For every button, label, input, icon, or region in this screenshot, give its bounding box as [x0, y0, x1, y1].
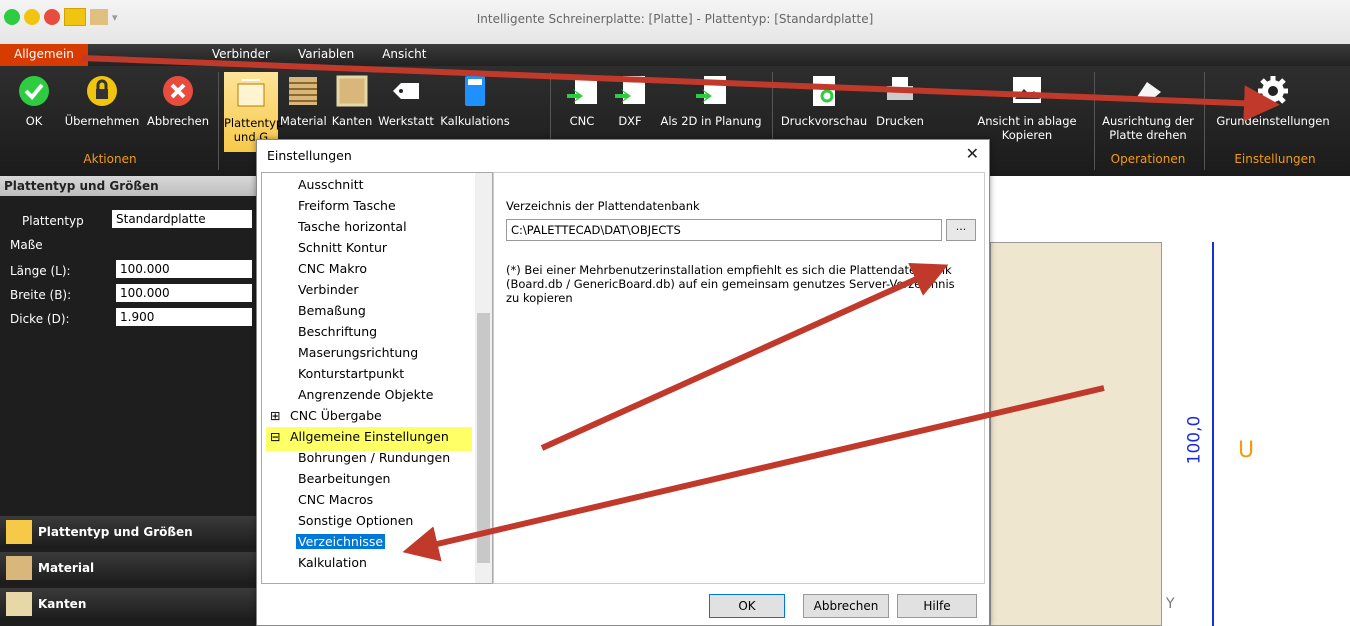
arrow-to-verzeichnisse [402, 385, 1105, 562]
arrow-to-browse [540, 262, 949, 451]
arrow-to-settings [81, 55, 1280, 122]
annotation-arrows [81, 55, 1280, 562]
